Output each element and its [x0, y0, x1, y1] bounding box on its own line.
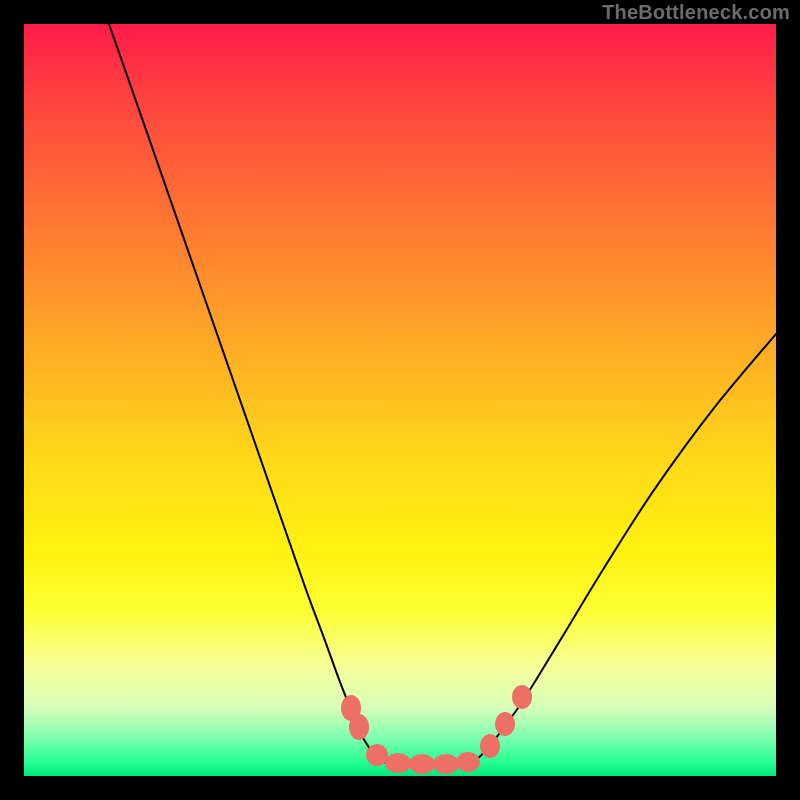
bead-group: [341, 685, 532, 774]
bead-marker: [495, 712, 515, 736]
bead-marker: [349, 714, 369, 740]
bottleneck-curve: [109, 24, 776, 764]
bead-marker: [385, 753, 411, 773]
bead-marker: [366, 744, 388, 766]
bead-marker: [512, 685, 532, 709]
bead-marker: [409, 754, 435, 774]
bead-marker: [433, 754, 459, 774]
chart-svg: [24, 24, 776, 776]
bead-marker: [480, 734, 500, 758]
bead-marker: [456, 752, 480, 772]
watermark-text: TheBottleneck.com: [602, 2, 790, 25]
